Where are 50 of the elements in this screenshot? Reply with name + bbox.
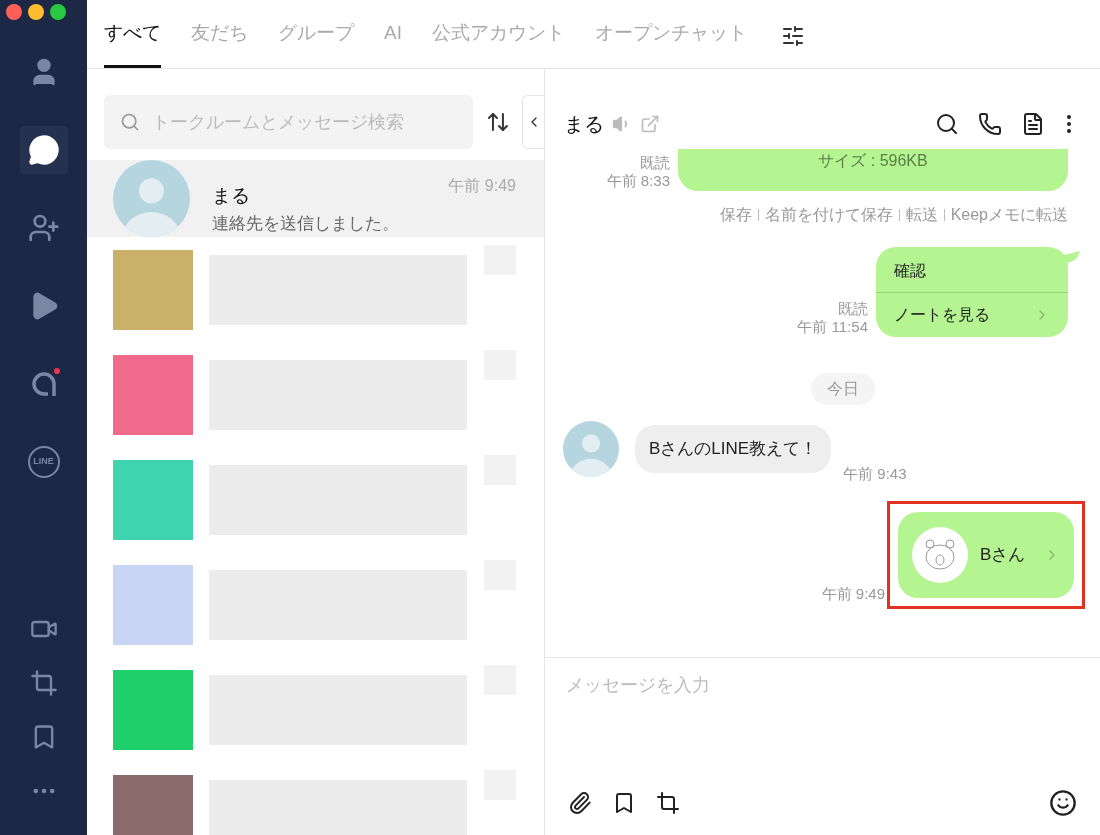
bubble-tail xyxy=(1064,251,1080,263)
filter-tab[interactable]: 公式アカウント xyxy=(431,18,565,68)
read-receipt: 既読 xyxy=(838,299,868,319)
chat-name: まる xyxy=(212,184,251,208)
sidebar-item[interactable] xyxy=(19,126,68,174)
filter-settings-icon[interactable] xyxy=(780,24,805,48)
message-time: 午前 11:54 xyxy=(797,318,868,337)
chat-title: まる xyxy=(564,112,604,137)
filter-tab[interactable]: オープンチャット xyxy=(594,18,747,68)
maximize-window-button[interactable] xyxy=(50,4,66,20)
close-window-button[interactable] xyxy=(6,4,22,20)
file-action-link[interactable]: 転送 xyxy=(905,203,938,227)
message-time: 午前 9:49 xyxy=(821,583,885,604)
file-action-link[interactable]: 保存 xyxy=(719,203,752,227)
rounded-a-icon xyxy=(29,370,58,398)
chat-preview: 連絡先を送信しました。 xyxy=(212,212,400,235)
date-separator: 今日 xyxy=(810,373,875,405)
avatar-placeholder xyxy=(563,421,619,477)
crop-icon[interactable] xyxy=(656,791,680,815)
minimize-window-button[interactable] xyxy=(28,4,44,20)
message-input[interactable]: メッセージを入力 xyxy=(566,672,1079,699)
filter-tab[interactable]: AI xyxy=(384,18,402,68)
search-icon[interactable] xyxy=(935,112,959,136)
read-receipt: 既読 xyxy=(640,153,670,173)
sort-icon[interactable] xyxy=(486,110,511,134)
filter-tab[interactable]: 友だち xyxy=(191,18,248,68)
sidebar-item[interactable]: LINE xyxy=(19,438,68,486)
bear-avatar xyxy=(912,527,968,583)
notes-icon[interactable] xyxy=(1021,112,1045,136)
received-bubble: BさんのLINE教えて！ xyxy=(635,425,832,473)
note-title: 確認 xyxy=(894,262,926,279)
chat-time: 午前 9:49 xyxy=(448,176,516,196)
add-person-icon xyxy=(27,212,60,244)
paperclip-icon[interactable] xyxy=(568,791,592,815)
phone-icon[interactable] xyxy=(978,112,1002,136)
search-icon xyxy=(120,112,140,132)
file-bubble[interactable]: サイズ : 596KB xyxy=(678,149,1068,191)
note-link: ノートを見る xyxy=(894,305,990,325)
chat-list-item[interactable]: まる 連絡先を送信しました。 午前 9:49 xyxy=(87,160,544,237)
file-action-link[interactable]: Keepメモに転送 xyxy=(950,203,1068,227)
line-label: LINE xyxy=(27,446,60,478)
message-time: 午前 8:33 xyxy=(606,172,670,191)
contact-bubble[interactable]: Bさん xyxy=(898,512,1074,598)
filter-tab[interactable]: すべて xyxy=(104,18,161,68)
file-action-link[interactable]: 名前を付けて保存 xyxy=(764,203,893,227)
contact-name: Bさん xyxy=(980,544,1026,567)
chat-icon xyxy=(27,134,60,166)
filter-tab[interactable]: グループ xyxy=(278,18,354,68)
message-time: 午前 9:43 xyxy=(843,463,907,484)
emoji-icon[interactable] xyxy=(1049,789,1077,817)
